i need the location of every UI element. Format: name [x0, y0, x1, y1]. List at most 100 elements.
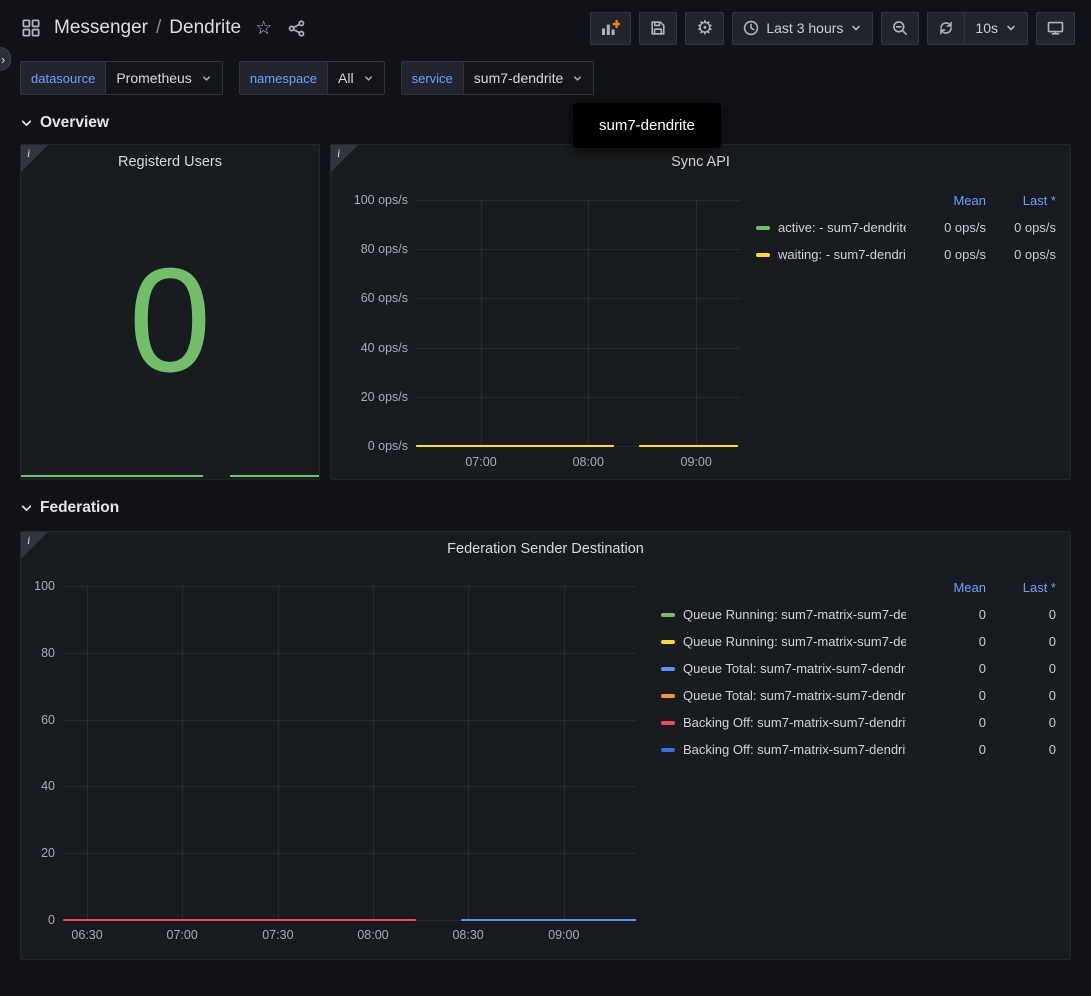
- namespace-value: All: [338, 70, 354, 86]
- series-last-value: 0 ops/s: [994, 220, 1056, 235]
- x-axis-tick: 07:00: [167, 928, 198, 942]
- grafana-dashboard: › Messenger / Dendrite ☆: [0, 0, 1091, 996]
- legend: Mean Last * active: - sum7-dendrite 0 op…: [756, 187, 1056, 268]
- variables-row: datasource Prometheus namespace All serv…: [0, 56, 1091, 101]
- panel-info-corner-icon[interactable]: i: [331, 145, 358, 172]
- series-color-marker: [661, 748, 675, 752]
- info-icon: i: [27, 146, 30, 161]
- navbar: Messenger / Dendrite ☆: [0, 0, 1091, 56]
- legend-header: Mean Last *: [756, 187, 1056, 214]
- add-panel-button[interactable]: [590, 12, 631, 45]
- share-button[interactable]: [286, 18, 307, 39]
- section-row-federation[interactable]: Federation: [20, 499, 1071, 517]
- sparkline-segment: [21, 475, 203, 477]
- series-mean-value: 0: [914, 715, 986, 730]
- clock-icon: [743, 20, 759, 36]
- legend-row[interactable]: Queue Total: sum7-matrix-sum7-dendrite 0…: [661, 655, 1056, 682]
- datasource-value: Prometheus: [116, 70, 191, 86]
- gridline: [63, 653, 636, 654]
- panel-title[interactable]: Sync API: [331, 145, 1070, 175]
- federation-sender-chart: 100806040200 06:3007:0007:3008:0008:3009…: [21, 572, 666, 956]
- apps-grid-icon[interactable]: [20, 17, 42, 39]
- legend-row[interactable]: Queue Total: sum7-matrix-sum7-dendrite 0…: [661, 682, 1056, 709]
- series-name[interactable]: Queue Running: sum7-matrix-sum7-dendrite: [683, 634, 906, 649]
- section-title: Overview: [40, 114, 109, 132]
- series-name[interactable]: active: - sum7-dendrite: [778, 220, 906, 235]
- service-dropdown[interactable]: sum7-dendrite: [463, 61, 595, 95]
- legend-row[interactable]: active: - sum7-dendrite 0 ops/s 0 ops/s: [756, 214, 1056, 241]
- legend-sort-last[interactable]: Last *: [994, 193, 1056, 208]
- gridline: [63, 853, 636, 854]
- legend-sort-mean[interactable]: Mean: [914, 580, 986, 595]
- gridline: [481, 200, 482, 446]
- series-name[interactable]: Queue Total: sum7-matrix-sum7-dendrite: [683, 661, 906, 676]
- sparkline-segment: [230, 475, 319, 477]
- variable-namespace: namespace All: [239, 61, 385, 95]
- series-name[interactable]: Queue Running: sum7-matrix-sum7-dendrite: [683, 607, 906, 622]
- chevron-right-icon: ›: [1, 52, 5, 67]
- series-mean-value: 0: [914, 688, 986, 703]
- y-axis-tick: 100 ops/s: [354, 193, 408, 207]
- y-axis: 100 ops/s80 ops/s60 ops/s40 ops/s20 ops/…: [331, 200, 408, 446]
- sync-api-chart: 100 ops/s80 ops/s60 ops/s40 ops/s20 ops/…: [331, 189, 751, 479]
- series-color-marker: [661, 613, 675, 617]
- series-mean-value: 0 ops/s: [914, 220, 986, 235]
- legend-sort-mean[interactable]: Mean: [914, 193, 986, 208]
- breadcrumb-page[interactable]: Dendrite: [169, 17, 241, 39]
- gridline: [416, 397, 741, 398]
- x-axis: 07:0008:0009:00: [416, 455, 741, 471]
- series-line: [461, 919, 636, 921]
- dashboard-settings-button[interactable]: ⚙: [685, 12, 724, 45]
- series-name[interactable]: Backing Off: sum7-matrix-sum7-dendrite: [683, 742, 906, 757]
- star-button[interactable]: ☆: [253, 17, 274, 40]
- section-row-overview[interactable]: Overview: [20, 114, 1071, 132]
- panel-info-corner-icon[interactable]: i: [21, 532, 48, 559]
- breadcrumb: Messenger / Dendrite: [54, 17, 241, 39]
- series-color-marker: [661, 721, 675, 725]
- gridline: [87, 586, 88, 920]
- dashboard-body: Overview i Registerd Users 0 i Sync API …: [0, 114, 1091, 960]
- refresh-interval-dropdown[interactable]: 10s: [964, 12, 1028, 45]
- namespace-dropdown[interactable]: All: [327, 61, 385, 95]
- refresh-interval-label: 10s: [975, 20, 998, 36]
- section-title: Federation: [40, 499, 119, 517]
- chevron-down-icon: [572, 73, 583, 84]
- zoom-out-button[interactable]: [881, 12, 919, 45]
- panel-title[interactable]: Registerd Users: [21, 145, 319, 175]
- y-axis-tick: 20 ops/s: [361, 390, 408, 404]
- series-last-value: 0: [994, 607, 1056, 622]
- dashboard-toolbar: ⚙ Last 3 hours: [590, 12, 1075, 45]
- plot-area[interactable]: [63, 586, 636, 920]
- refresh-button[interactable]: [927, 12, 964, 45]
- datasource-dropdown[interactable]: Prometheus: [105, 61, 222, 95]
- series-name[interactable]: Backing Off: sum7-matrix-sum7-dendrite: [683, 715, 906, 730]
- breadcrumb-folder[interactable]: Messenger: [54, 17, 148, 39]
- series-line: [63, 919, 416, 921]
- legend-rows: active: - sum7-dendrite 0 ops/s 0 ops/s …: [756, 214, 1056, 268]
- series-last-value: 0: [994, 688, 1056, 703]
- panel-info-corner-icon[interactable]: i: [21, 145, 48, 172]
- time-range-picker[interactable]: Last 3 hours: [732, 12, 873, 45]
- legend-row[interactable]: Backing Off: sum7-matrix-sum7-dendrite 0…: [661, 709, 1056, 736]
- gridline: [416, 348, 741, 349]
- legend-sort-last[interactable]: Last *: [994, 580, 1056, 595]
- legend-row[interactable]: Queue Running: sum7-matrix-sum7-dendrite…: [661, 601, 1056, 628]
- share-icon: [288, 20, 305, 37]
- legend-row[interactable]: Queue Running: sum7-matrix-sum7-dendrite…: [661, 628, 1056, 655]
- legend-row[interactable]: Backing Off: sum7-matrix-sum7-dendrite 0…: [661, 736, 1056, 763]
- y-axis-tick: 0 ops/s: [368, 439, 408, 453]
- service-dropdown-option[interactable]: sum7-dendrite: [573, 103, 721, 148]
- tv-mode-button[interactable]: [1036, 12, 1075, 45]
- info-icon: i: [337, 146, 340, 161]
- save-dashboard-button[interactable]: [639, 12, 677, 45]
- plot-area[interactable]: [416, 200, 741, 446]
- series-mean-value: 0: [914, 661, 986, 676]
- zoom-out-icon: [892, 20, 908, 36]
- series-name[interactable]: Queue Total: sum7-matrix-sum7-dendrite: [683, 688, 906, 703]
- gridline: [416, 249, 741, 250]
- series-name[interactable]: waiting: - sum7-dendrite: [778, 247, 906, 262]
- legend-row[interactable]: waiting: - sum7-dendrite 0 ops/s 0 ops/s: [756, 241, 1056, 268]
- series-mean-value: 0 ops/s: [914, 247, 986, 262]
- panel-title[interactable]: Federation Sender Destination: [21, 532, 1070, 562]
- star-icon: ☆: [255, 19, 272, 38]
